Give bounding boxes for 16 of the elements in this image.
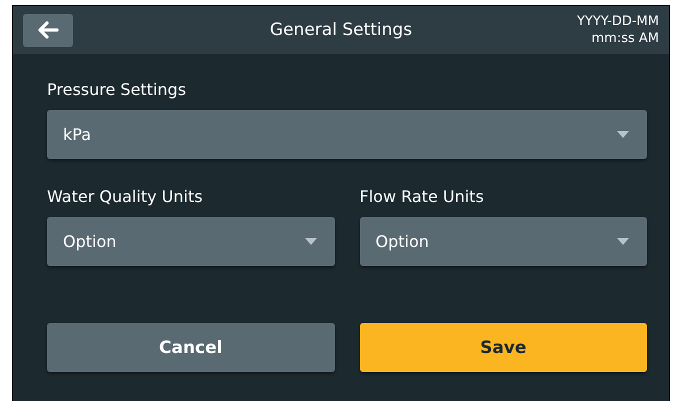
time-text: mm:ss AM <box>592 30 659 47</box>
back-button[interactable] <box>23 14 73 46</box>
save-button[interactable]: Save <box>360 323 647 372</box>
field-label: Pressure Settings <box>47 80 188 100</box>
dropdown-field[interactable]: Option <box>360 217 647 266</box>
dropdown-field[interactable]: kPa <box>47 110 647 159</box>
dropdown-caret-icon <box>617 238 629 245</box>
field-label: Water Quality Units <box>47 187 204 207</box>
screen-title: General Settings <box>270 20 412 40</box>
field-label: Flow Rate Units <box>360 187 485 207</box>
dropdown-caret-icon <box>304 238 316 245</box>
date-text: YYYY-DD-MM <box>576 13 659 30</box>
back-arrow-icon <box>37 21 59 39</box>
cancel-button[interactable]: Cancel <box>47 323 334 372</box>
dropdown-caret-icon <box>617 131 629 138</box>
dropdown-field[interactable]: Option <box>47 217 334 266</box>
